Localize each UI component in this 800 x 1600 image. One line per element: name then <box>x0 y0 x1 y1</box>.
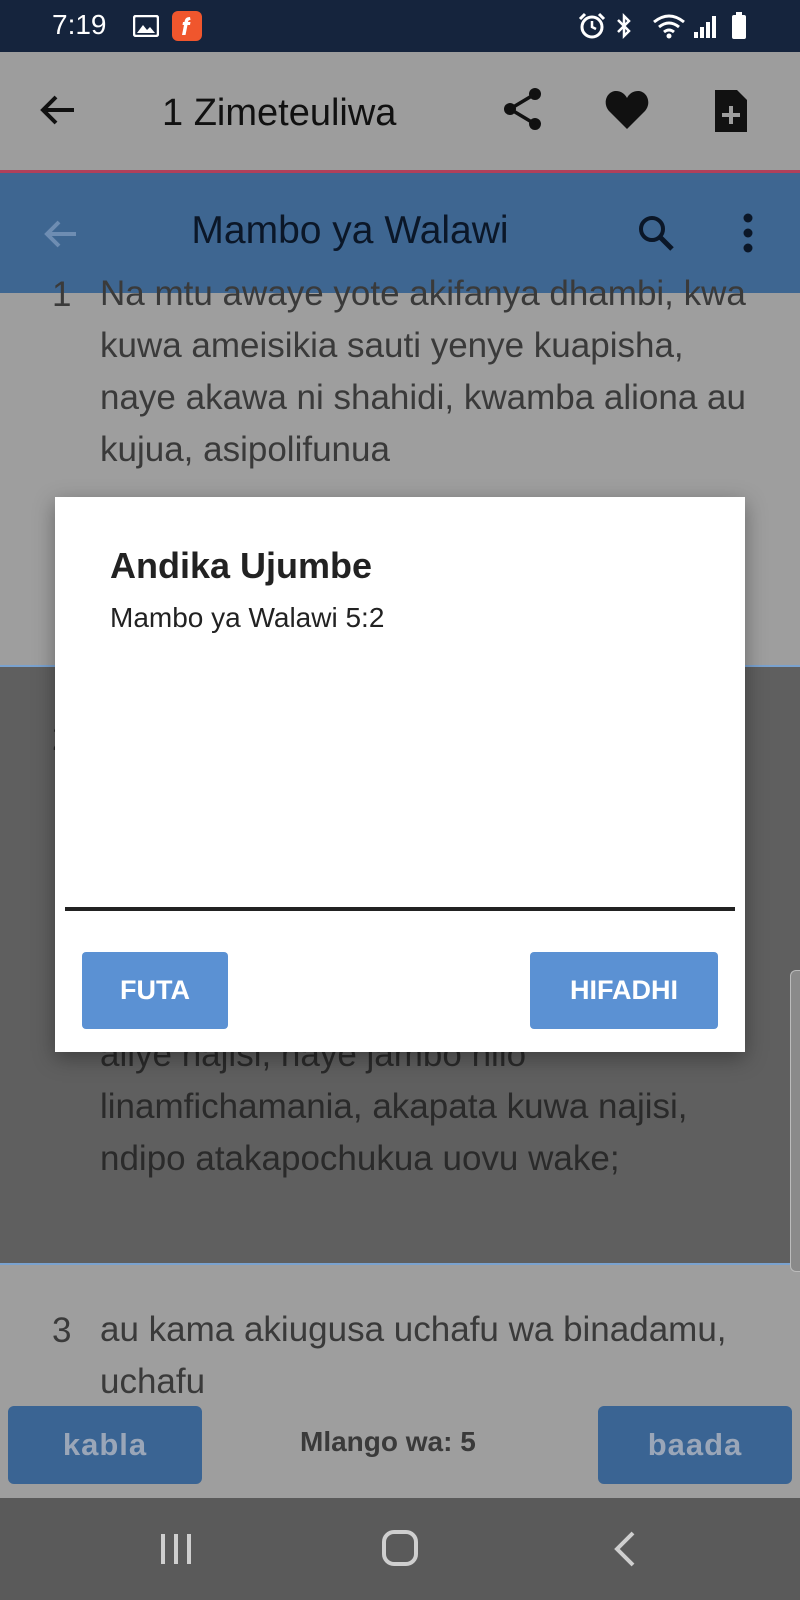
verse-item[interactable]: 3 au kama akiugusa uchafu wa binadamu, u… <box>0 1265 800 1398</box>
previous-chapter-button[interactable]: kabla <box>8 1406 202 1484</box>
signal-icon <box>692 12 720 40</box>
selection-toolbar: 1 Zimeteuliwa <box>0 52 800 173</box>
overflow-menu-icon[interactable] <box>742 213 754 253</box>
verse-text: Na mtu awaye yote akifanya dhambi, kwa k… <box>100 274 746 469</box>
status-time: 7:19 <box>52 9 107 40</box>
wifi-icon <box>652 12 686 40</box>
verse-number: 1 <box>52 275 72 314</box>
back-arrow-icon[interactable] <box>38 90 78 130</box>
add-note-icon[interactable] <box>713 88 749 134</box>
delete-button[interactable]: FUTA <box>82 952 228 1029</box>
heart-icon[interactable] <box>604 89 650 131</box>
recent-apps-icon[interactable] <box>158 1532 194 1566</box>
chapter-nav-bar: kabla Mlango wa: 5 baada <box>0 1398 800 1498</box>
book-title: Mambo ya Walawi <box>191 209 509 252</box>
note-input[interactable] <box>65 617 737 911</box>
battery-icon <box>728 12 750 40</box>
write-note-dialog: Andika Ujumbe Mambo ya Walawi 5:2 FUTA H… <box>55 497 745 1052</box>
back-nav-icon[interactable] <box>612 1530 638 1568</box>
alarm-icon <box>577 12 607 40</box>
note-input-underline <box>65 907 735 911</box>
chapter-label: Mlango wa: 5 <box>300 1426 476 1457</box>
scroll-handle[interactable] <box>790 970 800 1272</box>
system-nav-bar <box>0 1498 800 1600</box>
verse-text: aliye najisi, naye jambo hilo linamficha… <box>100 1035 688 1178</box>
bluetooth-icon <box>612 12 636 40</box>
dialog-title: Andika Ujumbe <box>110 545 373 586</box>
share-icon[interactable] <box>500 86 546 132</box>
verse-text: au kama akiugusa uchafu wa binadamu, uch… <box>100 1310 727 1398</box>
gallery-icon <box>132 12 160 40</box>
search-icon[interactable] <box>636 213 676 253</box>
selection-count-title: 1 Zimeteuliwa <box>162 92 397 134</box>
next-chapter-button[interactable]: baada <box>598 1406 792 1484</box>
save-button[interactable]: HIFADHI <box>530 952 718 1029</box>
home-icon[interactable] <box>380 1528 420 1568</box>
app-f-icon <box>172 11 202 41</box>
verse-number: 3 <box>52 1311 72 1350</box>
status-bar: 7:19 <box>0 0 800 52</box>
